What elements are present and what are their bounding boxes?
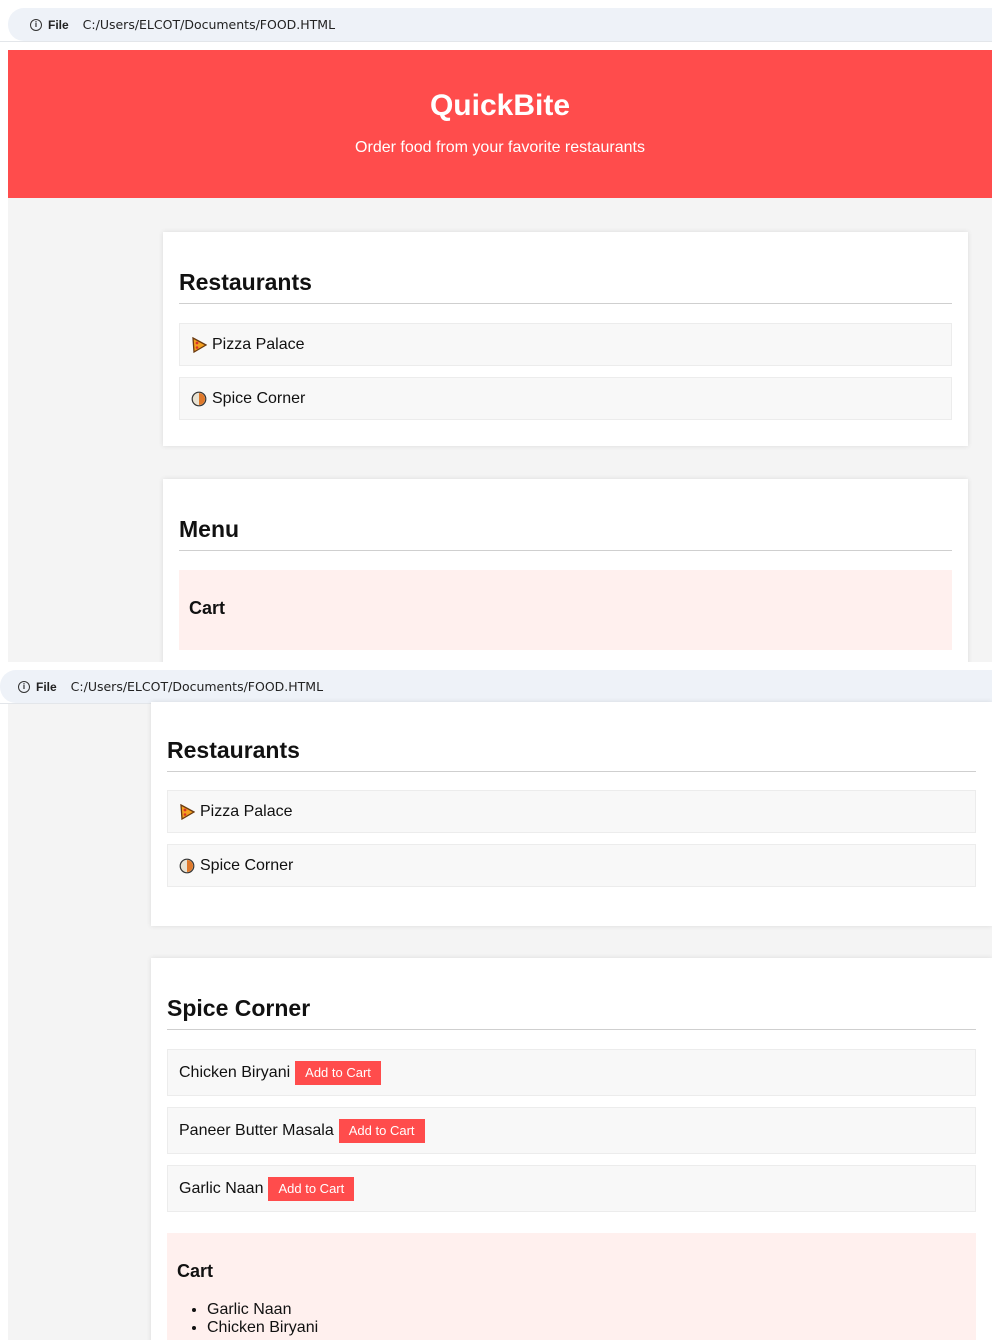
cart-item: Chicken Biryani [207,1319,318,1337]
site-info-chip[interactable]: i File [0,670,65,703]
site-info-label: File [36,679,57,694]
cart-item: Garlic Naan [207,1301,318,1319]
restaurant-name: Pizza Palace [200,802,293,820]
menu-item-name: Chicken Biryani [179,1063,291,1081]
menu-item-chicken-biryani: Chicken Biryani Add to Cart [167,1049,976,1096]
add-to-cart-button[interactable]: Add to Cart [295,1060,381,1085]
restaurant-item-pizza-palace[interactable]: Pizza Palace [167,790,976,833]
cart-heading: Cart [189,598,226,618]
restaurants-card: Restaurants Pizza Palace Spice Corner [151,702,992,926]
screenshot-after-selection: i File C:/Users/ELCOT/Documents/FOOD.HTM… [0,662,992,1340]
cart-list: Garlic Naan Chicken Biryani [207,1301,318,1337]
curry-icon [191,391,207,406]
menu-card: Menu Cart [163,479,968,662]
menu-card: Spice Corner Chicken Biryani Add to Cart… [151,958,992,1340]
add-to-cart-button[interactable]: Add to Cart [268,1176,355,1201]
info-icon: i [18,680,30,693]
pizza-icon [192,336,207,353]
restaurant-name: Pizza Palace [212,335,305,353]
site-header: QuickBite Order food from your favorite … [8,50,992,198]
restaurants-heading: Restaurants [167,737,976,772]
pizza-icon [180,803,195,820]
url-text[interactable]: C:/Users/ELCOT/Documents/FOOD.HTML [77,17,335,32]
address-pill[interactable]: i File C:/Users/ELCOT/Documents/FOOD.HTM… [0,670,992,703]
screenshot-initial: i File C:/Users/ELCOT/Documents/FOOD.HTM… [0,0,992,662]
add-to-cart-button[interactable]: Add to Cart [338,1118,425,1143]
info-icon: i [30,18,42,31]
menu-item-garlic-naan: Garlic Naan Add to Cart [167,1165,976,1212]
site-info-chip[interactable]: i File [8,8,77,41]
restaurant-item-pizza-palace[interactable]: Pizza Palace [179,323,952,366]
site-info-label: File [48,17,69,32]
address-bar[interactable]: i File C:/Users/ELCOT/Documents/FOOD.HTM… [0,662,992,704]
cart-panel: Cart Garlic Naan Chicken Biryani [167,1233,976,1340]
page-body: Restaurants Pizza Palace Spice Corner Sp… [8,702,992,1340]
cart-panel: Cart [179,570,952,650]
menu-heading: Spice Corner [167,995,976,1030]
menu-item-name: Paneer Butter Masala [179,1121,334,1139]
curry-icon [179,858,195,873]
address-bar[interactable]: i File C:/Users/ELCOT/Documents/FOOD.HTM… [0,0,992,42]
menu-item-paneer-butter-masala: Paneer Butter Masala Add to Cart [167,1107,976,1154]
restaurants-heading: Restaurants [179,269,952,304]
menu-heading: Menu [179,516,952,551]
page-body: QuickBite Order food from your favorite … [8,50,992,662]
restaurants-card: Restaurants Pizza Palace Spice Corner [163,232,968,446]
restaurant-name: Spice Corner [200,856,294,874]
restaurant-name: Spice Corner [212,389,306,407]
cart-heading: Cart [177,1261,214,1281]
address-pill[interactable]: i File C:/Users/ELCOT/Documents/FOOD.HTM… [8,8,992,41]
url-text[interactable]: C:/Users/ELCOT/Documents/FOOD.HTML [65,679,323,694]
restaurant-item-spice-corner[interactable]: Spice Corner [179,377,952,420]
site-subtitle: Order food from your favorite restaurant… [355,139,645,156]
restaurant-item-spice-corner[interactable]: Spice Corner [167,844,976,887]
menu-item-name: Garlic Naan [179,1179,264,1197]
site-title: QuickBite [429,89,571,122]
